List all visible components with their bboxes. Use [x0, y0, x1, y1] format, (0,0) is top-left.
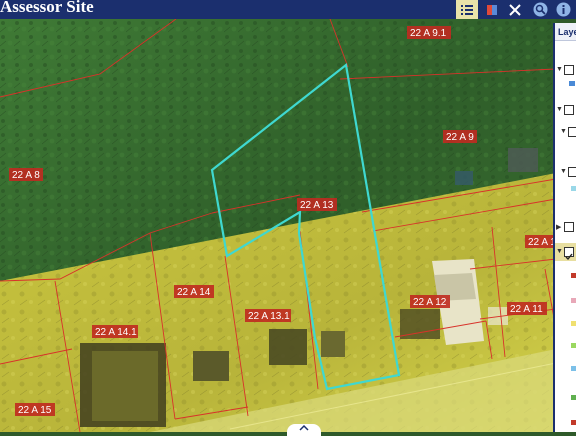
expand-caret-icon[interactable]: ▼ — [560, 128, 567, 135]
parcel-label[interactable]: 22 A 12 — [410, 295, 450, 308]
parcel-label[interactable]: 22 A 15 — [15, 403, 55, 416]
layer-checkbox[interactable] — [564, 65, 574, 75]
parcel-label-text: 22 A 10 — [528, 237, 556, 248]
parcel-label-text: 22 A 14 — [177, 287, 211, 298]
layer-checkbox-checked[interactable] — [564, 247, 574, 261]
expand-caret-icon[interactable]: ▼ — [560, 168, 567, 175]
app-header: Assessor Site — [0, 0, 576, 19]
layer-list-icon — [461, 4, 473, 15]
parcel-label[interactable]: 22 A 14 — [174, 285, 214, 298]
layer-checkbox[interactable] — [564, 222, 574, 232]
bookmarks-button[interactable] — [481, 0, 503, 19]
parcel-label[interactable]: 22 A 13.1 — [245, 309, 291, 322]
legend-swatch-icon — [571, 343, 576, 348]
search-button[interactable] — [529, 0, 551, 19]
parcel-label-text: 22 A 14.1 — [95, 327, 137, 338]
layer-checkbox[interactable] — [568, 167, 576, 177]
parcel-label-text: 22 A 8 — [12, 170, 40, 181]
expand-caret-icon[interactable]: ▼ — [556, 106, 563, 113]
parcel-label[interactable]: 22 A 11 — [507, 302, 547, 315]
map-view[interactable]: 22 A 9.1 22 A 9 22 A 8 22 A 13 22 A 10 2… — [0, 19, 556, 432]
parcel-label-text: 22 A 13 — [300, 200, 334, 211]
legend-swatch-icon — [571, 186, 576, 191]
layer-list-button[interactable] — [456, 0, 478, 19]
parcel-label[interactable]: 22 A 10 — [525, 235, 556, 248]
legend-swatch-icon — [571, 395, 576, 400]
book-icon — [487, 4, 497, 15]
parcel-label-text: 22 A 13.1 — [248, 311, 290, 322]
parcel-label-text: 22 A 9 — [446, 132, 474, 143]
collapse-caret-icon[interactable]: ▶ — [556, 223, 561, 231]
expand-caret-icon[interactable]: ▼ — [556, 248, 563, 255]
chevron-up-icon — [299, 424, 309, 431]
legend-swatch-icon — [571, 273, 576, 278]
parcel-label-text: 22 A 11 — [510, 304, 543, 315]
parcel-label[interactable]: 22 A 9 — [443, 130, 477, 143]
parcel-label[interactable]: 22 A 8 — [9, 168, 43, 181]
app-title: Assessor Site — [0, 0, 94, 16]
layer-panel-title: Layers — [558, 27, 576, 37]
layer-checkbox[interactable] — [564, 105, 574, 115]
info-icon — [556, 2, 570, 17]
measure-tool-icon — [509, 3, 521, 16]
legend-swatch-icon — [571, 321, 576, 326]
layer-list-panel: Layers ▼ ▼ ▼ ▼ ▶ ▼ — [553, 23, 576, 432]
attribute-table-toggle[interactable] — [287, 424, 321, 436]
parcel-label[interactable]: 22 A 9.1 — [407, 26, 451, 39]
parcel-label[interactable]: 22 A 14.1 — [92, 325, 138, 338]
search-icon — [533, 2, 547, 17]
legend-swatch-icon — [571, 420, 576, 425]
info-button[interactable] — [552, 0, 574, 19]
parcel-label-text: 22 A 9.1 — [410, 28, 447, 39]
legend-swatch-icon — [569, 81, 575, 86]
measure-button[interactable] — [504, 0, 526, 19]
legend-swatch-icon — [571, 298, 576, 303]
parcel-label[interactable]: 22 A 13 — [297, 198, 337, 211]
checkmark-icon — [565, 253, 573, 261]
parcel-label-text: 22 A 15 — [18, 405, 52, 416]
layer-checkbox[interactable] — [568, 127, 576, 137]
legend-swatch-icon — [571, 366, 576, 371]
expand-caret-icon[interactable]: ▼ — [556, 66, 563, 73]
parcel-label-text: 22 A 12 — [413, 297, 447, 308]
parcel-label-layer: 22 A 9.1 22 A 9 22 A 8 22 A 13 22 A 10 2… — [9, 26, 556, 416]
